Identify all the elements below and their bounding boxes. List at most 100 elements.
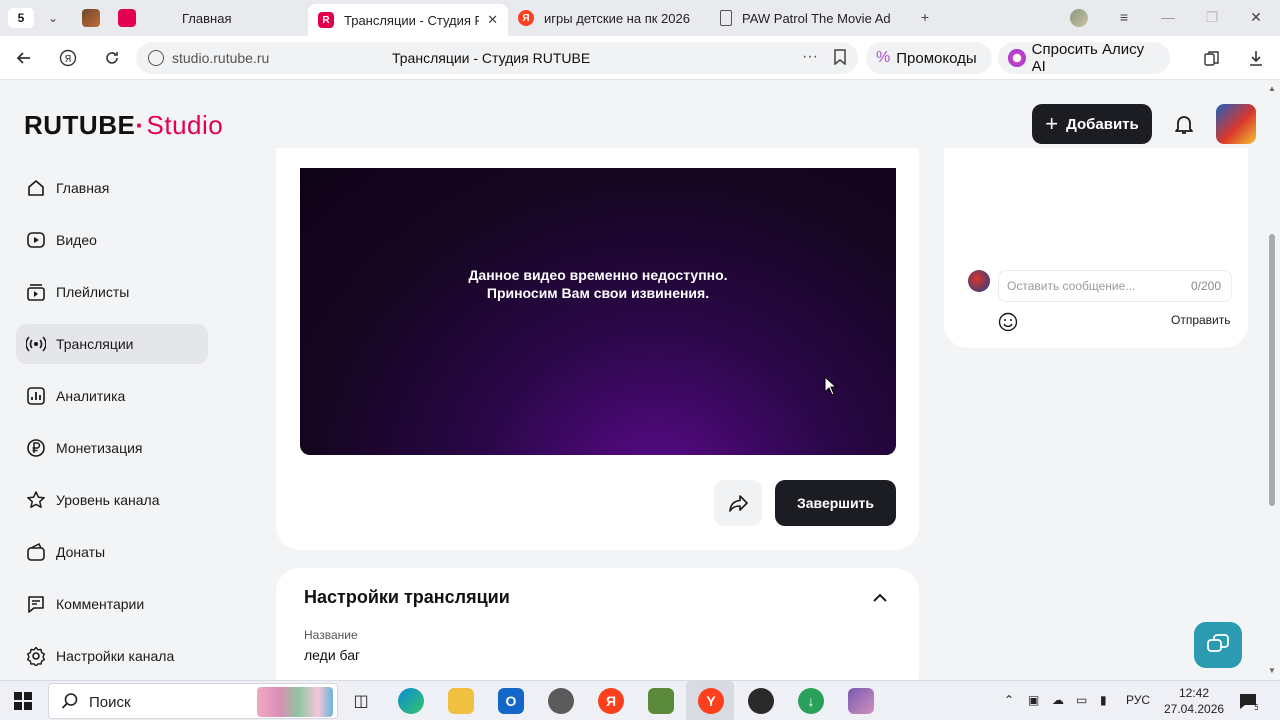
download-icon[interactable] — [1246, 48, 1266, 68]
url-page-title: Трансляции - Студия RUTUBE — [392, 50, 591, 66]
menu-icon[interactable]: ≡ — [1114, 9, 1134, 25]
scrollbar-thumb[interactable] — [1269, 234, 1275, 506]
chat-char-counter: 0/200 — [1191, 279, 1222, 293]
film-reel-icon[interactable] — [548, 688, 574, 714]
tab-count-badge[interactable]: 5 — [8, 8, 34, 28]
name-field-label: Название — [304, 628, 358, 642]
broadcast-settings-card — [276, 568, 919, 680]
sidebar-item-donations[interactable]: Донаты — [16, 532, 208, 572]
new-tab-icon[interactable]: + — [915, 9, 935, 25]
search-icon — [61, 693, 78, 709]
tray-expand-icon[interactable]: ⌃ — [1004, 693, 1014, 707]
chevron-up-icon[interactable] — [870, 588, 890, 608]
scroll-down-arrow-icon[interactable]: ▼ — [1268, 666, 1276, 675]
video-player[interactable]: Данное видео временно недоступно. Принос… — [300, 168, 896, 455]
mouse-cursor-icon — [824, 376, 838, 396]
back-icon[interactable] — [14, 48, 34, 68]
name-field-value[interactable]: леди баг — [304, 647, 360, 663]
promo-label: Промокоды — [896, 49, 977, 67]
bookmark-icon[interactable] — [834, 49, 846, 69]
sidebar-item-video[interactable]: Видео — [16, 220, 208, 260]
download-manager-icon[interactable]: ↓ — [798, 688, 824, 714]
yandex-browser-icon[interactable]: Y — [698, 688, 724, 714]
taskbar-clock[interactable]: 12:42 27.04.2026 — [1164, 685, 1224, 717]
sidebar-item-home[interactable]: Главная — [16, 168, 208, 208]
display-icon[interactable]: ▭ — [1076, 693, 1087, 707]
collections-icon[interactable] — [1202, 48, 1222, 68]
sidebar-item-comments[interactable]: Комментарии — [16, 584, 208, 624]
close-tab-icon[interactable]: ✕ — [487, 12, 498, 28]
comment-icon — [28, 596, 44, 613]
sidebar-item-analytics[interactable]: Аналитика — [16, 376, 208, 416]
restore-icon[interactable]: ❐ — [1202, 9, 1222, 26]
sidebar-item-broadcasts[interactable]: Трансляции — [16, 324, 208, 364]
player-message-line2: Приносим Вам свои извинения. — [486, 285, 710, 301]
alice-icon — [1008, 49, 1026, 67]
tab-yandex-search[interactable]: Я игры детские на пк 2026 — [508, 4, 708, 32]
tab-home[interactable]: Главная — [172, 4, 302, 32]
video-icon — [27, 232, 45, 248]
sidebar-item-playlists[interactable]: Плейлисты — [16, 272, 208, 312]
sidebar-item-channel-level[interactable]: Уровень канала — [16, 480, 208, 520]
url-field[interactable]: studio.rutube.ru Трансляции - Студия RUT… — [136, 42, 858, 74]
yandex-home-icon[interactable]: Я — [58, 48, 78, 68]
sidebar-item-label: Трансляции — [56, 336, 134, 352]
sidebar-item-label: Монетизация — [56, 440, 143, 456]
sidebar-item-label: Аналитика — [56, 388, 126, 404]
emoji-icon[interactable] — [998, 312, 1018, 332]
support-button[interactable] — [1194, 622, 1242, 668]
photo-app-icon[interactable] — [848, 688, 874, 714]
file-explorer-icon[interactable] — [448, 688, 474, 714]
taskbar-search[interactable]: Поиск — [48, 683, 338, 719]
edge-icon[interactable] — [398, 688, 424, 714]
more-icon[interactable]: ··· — [802, 48, 818, 66]
recorder-icon[interactable] — [748, 688, 774, 714]
reload-icon[interactable] — [102, 48, 122, 68]
tray-app-icon[interactable]: ▣ — [1028, 693, 1039, 707]
tab-broadcasts[interactable]: R Трансляции - Студия R ✕ — [308, 4, 508, 36]
search-highlight-image — [257, 687, 333, 717]
pinned-tab-icon[interactable] — [82, 9, 100, 27]
cloud-icon[interactable]: ☁ — [1052, 693, 1064, 707]
minimize-icon[interactable]: — — [1158, 9, 1178, 25]
windows-taskbar: Поиск ◫ O Я Y ↓ ⌃ ▣ ☁ ▭ ▮ РУС 12:42 27.0… — [0, 680, 1280, 720]
profile-icon[interactable] — [1070, 9, 1088, 27]
finish-broadcast-button[interactable]: Завершить — [775, 480, 896, 526]
tab-label: Главная — [182, 10, 232, 26]
scroll-up-arrow-icon[interactable]: ▲ — [1268, 84, 1276, 93]
bell-icon[interactable] — [1172, 112, 1196, 136]
chevron-down-icon[interactable]: ⌄ — [44, 9, 62, 27]
user-avatar[interactable] — [1216, 104, 1256, 144]
sidebar-item-monetization[interactable]: Монетизация — [16, 428, 208, 468]
add-button[interactable]: + Добавить — [1032, 104, 1152, 144]
share-icon — [729, 495, 748, 512]
close-window-icon[interactable]: ✕ — [1246, 9, 1266, 26]
outlook-icon[interactable]: O — [498, 688, 524, 714]
add-button-label: Добавить — [1066, 115, 1139, 133]
share-button[interactable] — [714, 480, 762, 526]
rutube-pinned-tab-icon[interactable] — [118, 9, 136, 27]
tab-paw-patrol[interactable]: PAW Patrol The Movie Adv — [710, 4, 900, 32]
sidebar-item-label: Комментарии — [56, 596, 145, 612]
language-indicator[interactable]: РУС — [1126, 693, 1150, 707]
ask-alice-button[interactable]: Спросить Алису AI — [998, 41, 1170, 75]
svg-text:Я: Я — [65, 54, 72, 65]
rutube-icon: R — [318, 12, 334, 28]
minecraft-icon[interactable] — [648, 688, 674, 714]
percent-icon: % — [876, 49, 891, 66]
promo-codes-button[interactable]: % Промокоды — [866, 42, 992, 74]
chat-send-button[interactable]: Отправить — [1171, 313, 1231, 327]
windows-start-icon[interactable] — [14, 692, 32, 710]
usb-icon[interactable]: ▮ — [1100, 693, 1107, 707]
studio-app: RUTUBE·Studio + Добавить Главная Видео П… — [0, 80, 1264, 680]
sidebar-item-channel-settings[interactable]: Настройки канала — [16, 636, 208, 676]
page-scrollbar[interactable]: ▲ ▼ — [1264, 80, 1280, 680]
site-info-icon[interactable] — [148, 50, 164, 66]
alice-label: Спросить Алису AI — [1031, 41, 1145, 75]
chat-user-avatar — [968, 270, 990, 292]
task-view-icon[interactable]: ◫ — [348, 688, 374, 714]
rutube-studio-logo[interactable]: RUTUBE·Studio — [24, 110, 223, 141]
clock-time: 12:42 — [1178, 686, 1210, 700]
yandex-app-icon[interactable]: Я — [598, 688, 624, 714]
notification-center-icon[interactable]: 5 — [1238, 691, 1258, 711]
